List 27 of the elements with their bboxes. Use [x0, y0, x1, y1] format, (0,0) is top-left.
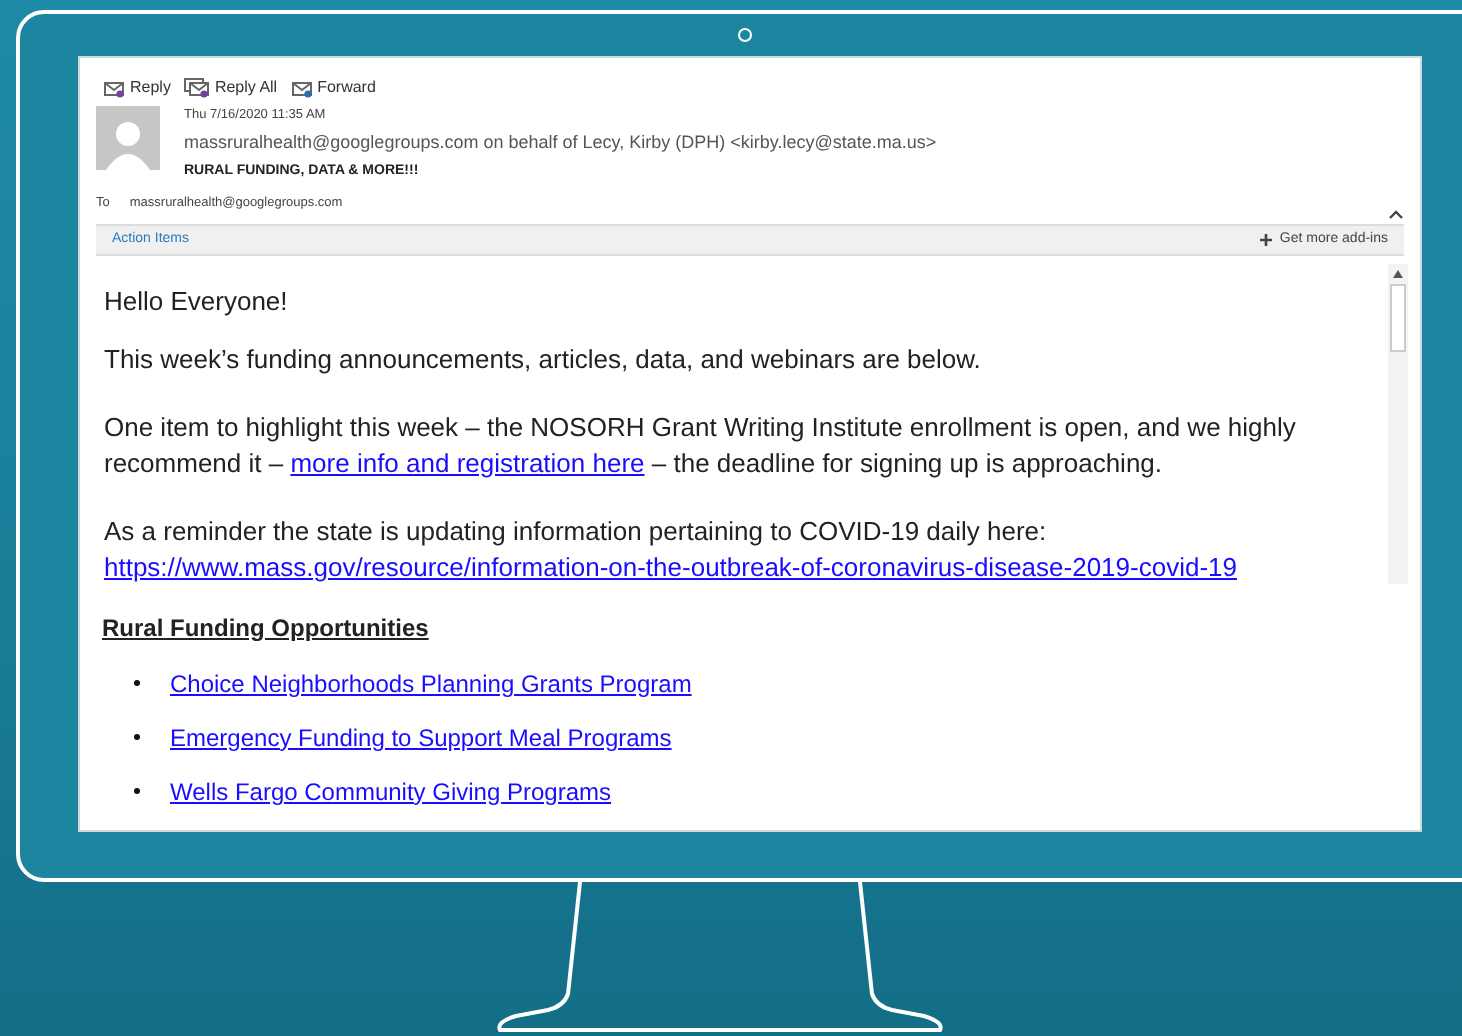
bullet-icon	[134, 734, 140, 741]
camera-icon	[738, 28, 752, 42]
message-sender: massruralhealth@googlegroups.com on behalf of Lecy, Kirby (DPH) <kirby.lecy@state.ma.us>	[184, 129, 937, 156]
avatar-silhouette	[96, 106, 160, 170]
funding-link[interactable]: Wells Fargo Community Giving Programs	[170, 773, 612, 810]
bullet-icon	[134, 788, 140, 795]
greeting-text: Hello Everyone!	[104, 283, 290, 320]
covid-info-link[interactable]: https://www.mass.gov/resource/information-on-the-outbreak-of-coronavirus-disease-2019-covid-19	[104, 551, 1237, 582]
reply-all-button[interactable]: Reply All	[184, 76, 278, 100]
scrollbar[interactable]	[1388, 263, 1408, 584]
envelope-icon	[291, 78, 314, 98]
intro-text: This week’s funding announcements, articles, data, and webinars are below.	[104, 341, 983, 378]
registration-link[interactable]: more info and registration here	[290, 447, 645, 478]
scroll-thumb[interactable]	[1390, 283, 1406, 352]
highlight-paragraph: One item to highlight this week – the NOSORH Grant Writing Institute enrollment is open, and we highly recommend it – more info and registration here – the deadline for signing up is approaching.	[104, 409, 1298, 482]
envelope-icon	[184, 78, 211, 98]
reminder-paragraph: As a reminder the state is updating information pertaining to COVID-19 daily here: https://www.mass.gov/resource/information-on-the-outbreak-of-coronavirus-disease-2019-covid-19	[104, 513, 1239, 586]
envelope-icon	[104, 78, 126, 98]
funding-link[interactable]: Emergency Funding to Support Meal Programs	[170, 719, 672, 756]
reply-button[interactable]: Reply	[104, 76, 171, 100]
funding-link[interactable]: Choice Neighborhoods Planning Grants Program	[170, 665, 692, 702]
bullet-icon	[134, 680, 140, 687]
scroll-up-icon[interactable]	[1392, 267, 1404, 280]
forward-button[interactable]: Forward	[291, 76, 376, 100]
section-heading: Rural Funding Opportunities	[102, 611, 431, 646]
plus-icon	[1259, 233, 1272, 246]
collapse-icon[interactable]	[1388, 209, 1404, 220]
